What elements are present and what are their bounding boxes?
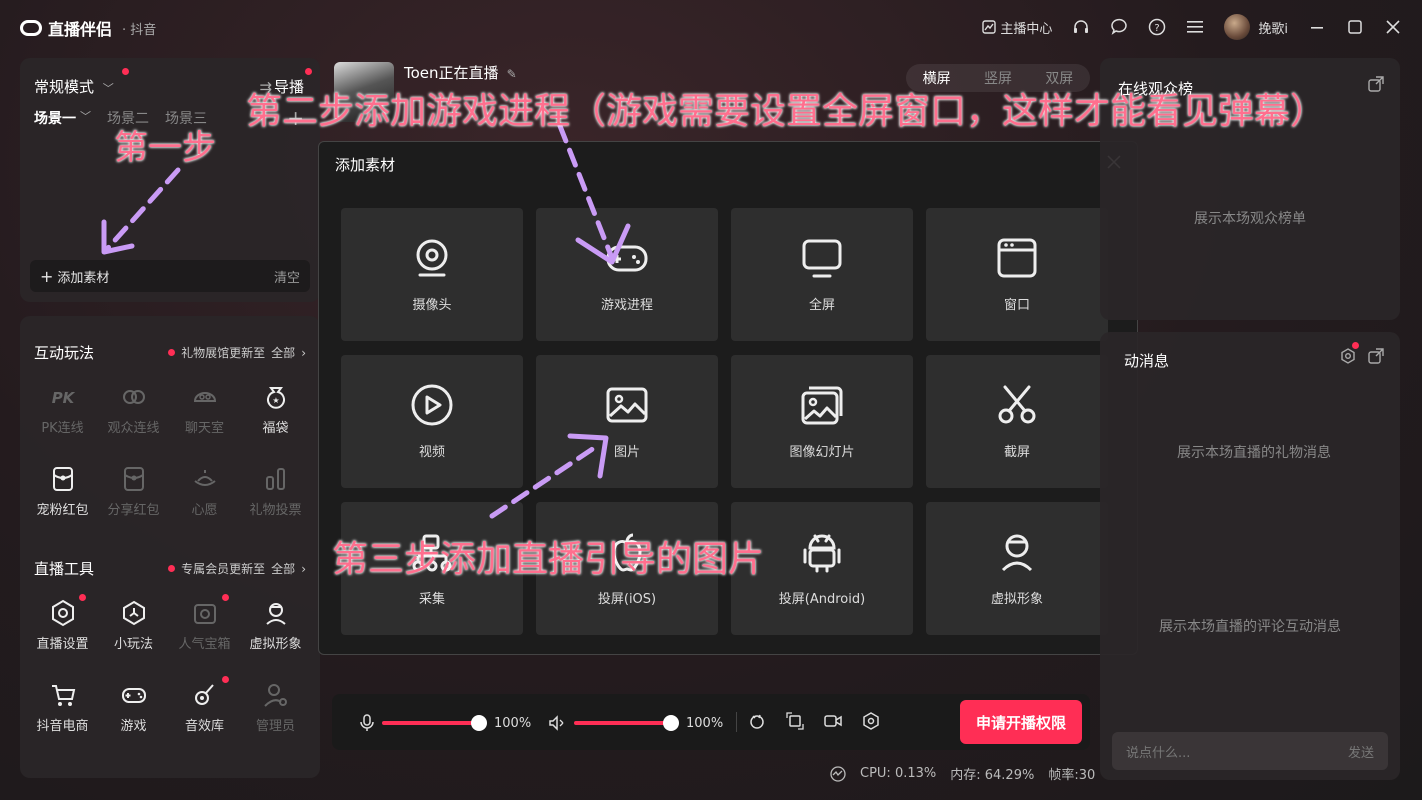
step2-annotation: 第二步添加游戏进程（游戏需要设置全屏窗口，这样才能看见弹幕） <box>246 82 1326 134</box>
step3-annotation: 第三步添加直播引导的图片 <box>332 530 764 582</box>
step3-arrowhead <box>570 436 606 476</box>
step2-arrow <box>560 126 612 258</box>
step1-annotation: 第一步 <box>114 120 216 169</box>
step1-arrow <box>108 170 178 248</box>
step3-arrow <box>492 444 600 516</box>
